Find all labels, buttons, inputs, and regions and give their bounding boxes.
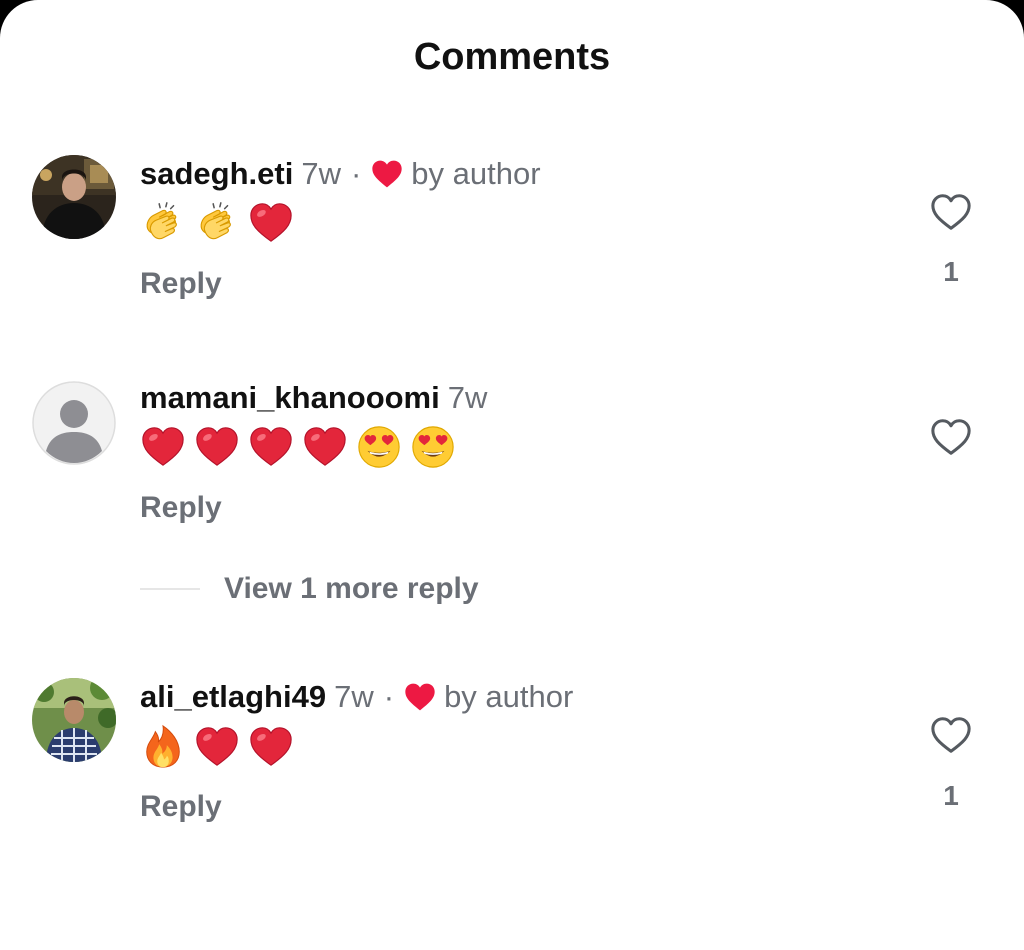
clapping-hands-icon [194,200,240,246]
username[interactable]: mamani_khanooomi [140,380,440,416]
heart-eyes-face-icon [356,424,402,470]
avatar[interactable] [32,381,116,465]
page-title: Comments [413,36,611,78]
red-heart-icon [140,424,186,470]
avatar[interactable] [32,155,116,239]
view-more-label: View 1 more reply [224,572,479,605]
reply-button[interactable]: Reply [140,790,222,824]
heart-eyes-face-icon [410,424,456,470]
separator-dot: · [350,156,362,191]
comment-text [140,424,456,470]
comment-text [140,724,294,770]
heart-outline-icon[interactable] [930,192,972,232]
comment-meta: ali_etlaghi49 7w · by author [140,679,573,715]
red-heart-icon [248,724,294,770]
heart-outline-icon[interactable] [930,715,972,755]
like-count: 1 [943,256,959,287]
view-more-replies-button[interactable]: View 1 more reply [140,572,479,606]
default-avatar-icon [32,381,116,465]
username[interactable]: sadegh.eti [140,156,293,192]
timestamp: 7w [334,679,374,714]
fire-icon [140,724,186,770]
comment-meta: sadegh.eti 7w · by author [140,156,541,192]
red-heart-icon [194,724,240,770]
red-heart-icon [194,424,240,470]
heart-outline-icon[interactable] [930,417,972,457]
reply-button[interactable]: Reply [140,267,222,301]
red-heart-icon [248,200,294,246]
red-heart-icon [248,424,294,470]
comment-text [140,200,294,246]
divider-line [140,588,200,590]
timestamp: 7w [301,156,341,191]
comments-sheet: Comments sadegh.eti 7w · by author Reply… [0,0,1024,950]
red-heart-icon [302,424,348,470]
avatar[interactable] [32,678,116,762]
separator-dot: · [383,679,395,714]
author-liked-heart-icon [371,159,403,189]
by-author-label: by author [444,679,574,714]
author-liked-heart-icon [404,682,436,712]
like-count: 1 [943,780,959,811]
username[interactable]: ali_etlaghi49 [140,679,326,715]
timestamp: 7w [447,380,488,415]
clapping-hands-icon [140,200,186,246]
reply-button[interactable]: Reply [140,491,222,525]
comment-meta: mamani_khanooomi 7w [140,380,487,416]
by-author-label: by author [411,156,541,191]
